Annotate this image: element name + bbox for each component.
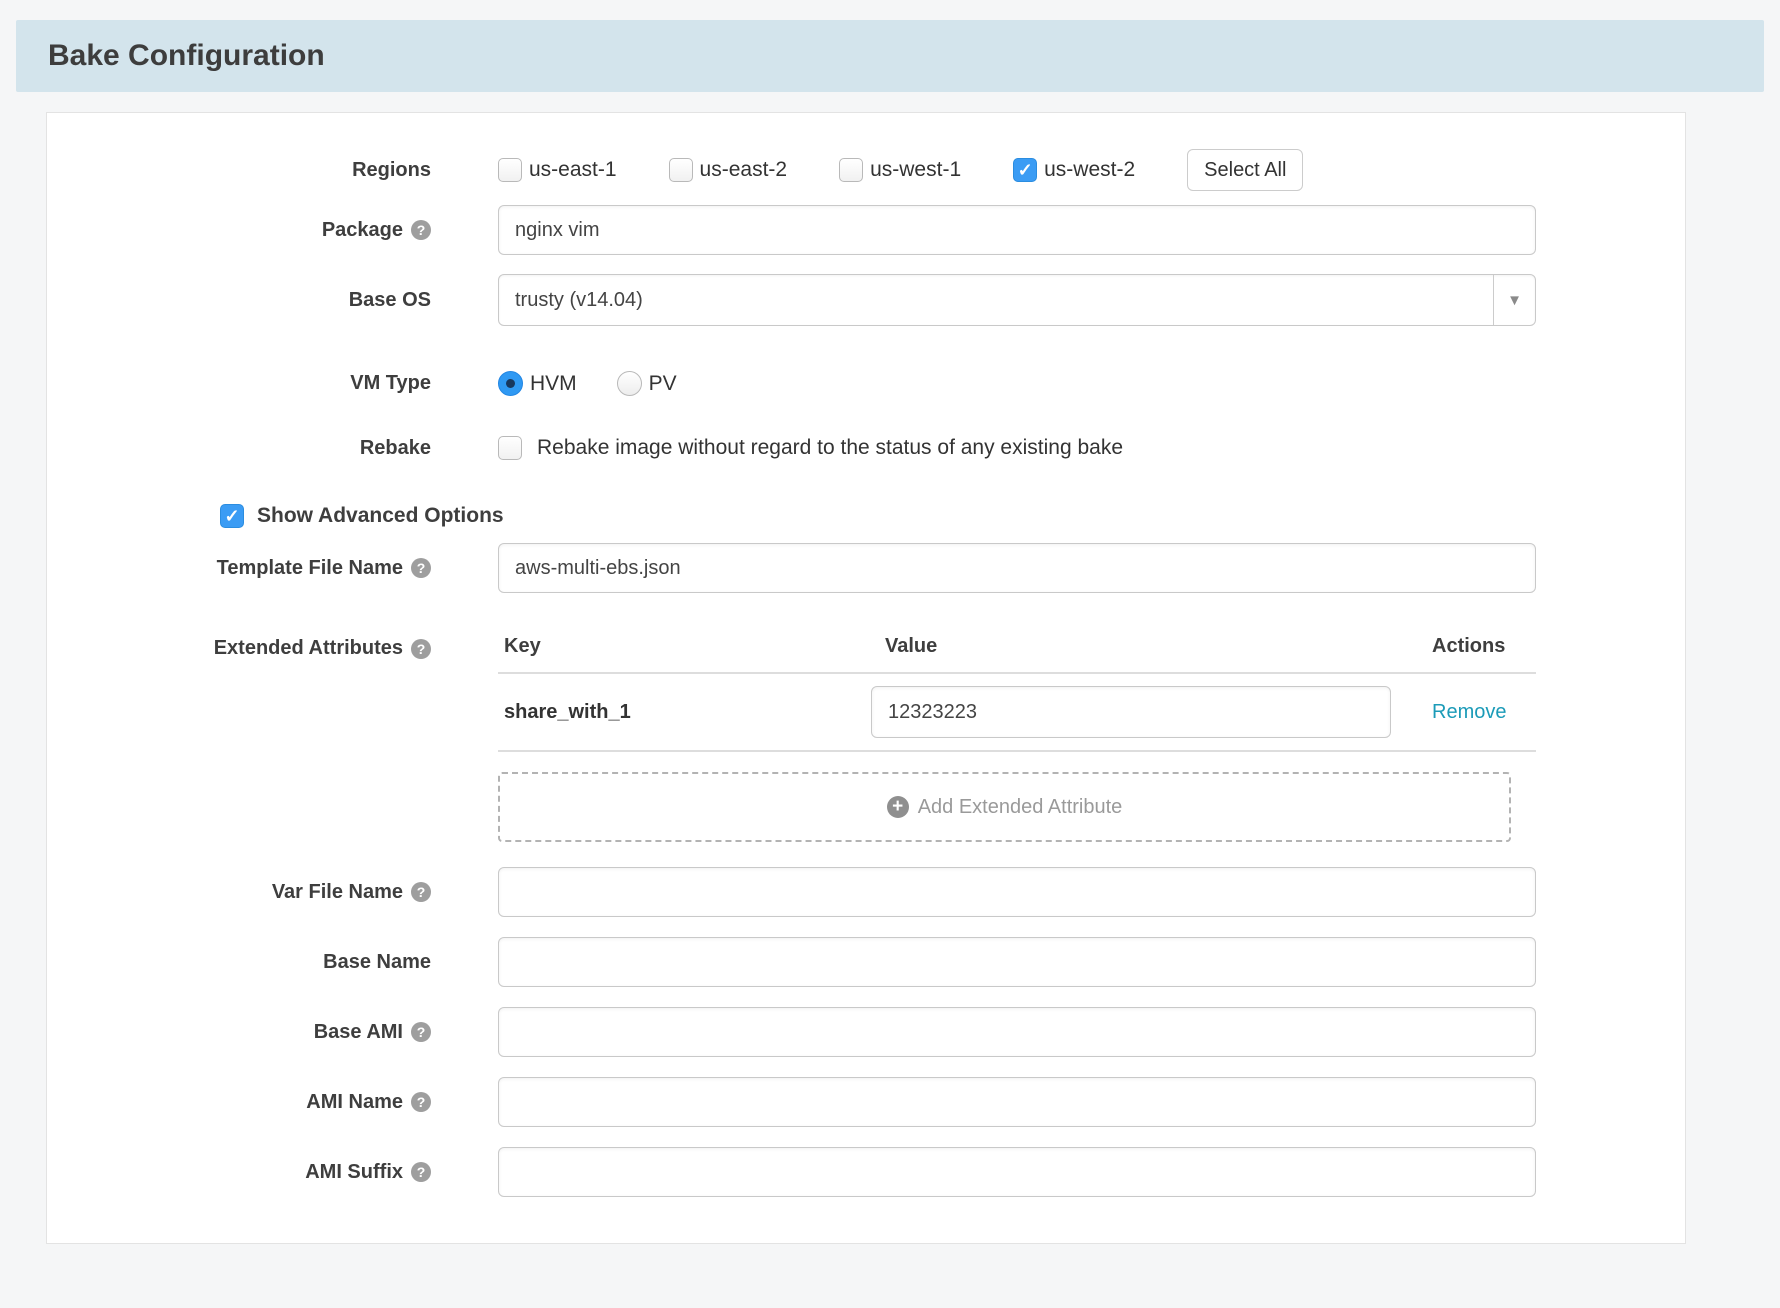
show-advanced-label: Show Advanced Options bbox=[257, 504, 504, 528]
help-icon[interactable] bbox=[411, 558, 431, 578]
base-ami-label: Base AMI bbox=[314, 1021, 403, 1044]
template-file-name-label: Template File Name bbox=[217, 557, 403, 580]
ami-suffix-input[interactable] bbox=[498, 1147, 1536, 1197]
remove-attribute-link[interactable]: Remove bbox=[1432, 701, 1536, 724]
column-header-value: Value bbox=[871, 635, 1432, 658]
base-name-label: Base Name bbox=[47, 951, 431, 974]
var-file-name-row: Var File Name bbox=[47, 867, 1685, 917]
base-ami-row: Base AMI bbox=[47, 1007, 1685, 1057]
ami-name-row: AMI Name bbox=[47, 1077, 1685, 1127]
extended-attributes-row: Extended Attributes Key Value Actions sh… bbox=[47, 635, 1685, 842]
ami-name-input[interactable] bbox=[498, 1077, 1536, 1127]
base-name-row: Base Name bbox=[47, 937, 1685, 987]
section-header: Bake Configuration bbox=[16, 20, 1764, 92]
var-file-name-label: Var File Name bbox=[272, 881, 403, 904]
ami-suffix-label: AMI Suffix bbox=[305, 1161, 403, 1184]
base-os-row: Base OS trusty (v14.04) bbox=[47, 274, 1685, 326]
vm-type-row: VM Type HVM PV bbox=[47, 371, 1685, 396]
regions-label: Regions bbox=[47, 159, 431, 182]
bake-configuration-panel: Regions us-east-1 us-east-2 us-west-1 us… bbox=[46, 112, 1686, 1244]
region-option-label: us-west-2 bbox=[1044, 158, 1135, 182]
help-icon[interactable] bbox=[411, 639, 431, 659]
extended-attributes-table-header: Key Value Actions bbox=[498, 635, 1536, 672]
dropdown-arrow-icon bbox=[1493, 275, 1535, 325]
rebake-row: Rebake Rebake image without regard to th… bbox=[47, 436, 1685, 460]
region-checkbox[interactable] bbox=[669, 158, 693, 182]
vm-type-option-pv[interactable]: PV bbox=[617, 371, 677, 396]
template-file-name-row: Template File Name bbox=[47, 543, 1685, 593]
checkmark-icon bbox=[224, 507, 239, 525]
regions-options: us-east-1 us-east-2 us-west-1 us-west-2 … bbox=[498, 149, 1536, 191]
package-label-group: Package bbox=[47, 219, 431, 242]
hvm-radio[interactable] bbox=[498, 371, 523, 396]
ami-name-label: AMI Name bbox=[306, 1091, 403, 1114]
column-header-key: Key bbox=[498, 635, 871, 658]
region-option-us-east-1[interactable]: us-east-1 bbox=[498, 158, 617, 182]
column-header-actions: Actions bbox=[1432, 635, 1536, 658]
region-option-us-west-1[interactable]: us-west-1 bbox=[839, 158, 961, 182]
region-option-us-west-2[interactable]: us-west-2 bbox=[1013, 158, 1135, 182]
region-checkbox[interactable] bbox=[839, 158, 863, 182]
vm-type-option-label: HVM bbox=[530, 372, 577, 396]
region-option-label: us-east-2 bbox=[700, 158, 788, 182]
ami-suffix-label-group: AMI Suffix bbox=[47, 1161, 431, 1184]
show-advanced-options[interactable]: Show Advanced Options bbox=[220, 504, 1685, 528]
base-name-input[interactable] bbox=[498, 937, 1536, 987]
rebake-option[interactable]: Rebake image without regard to the statu… bbox=[498, 436, 1536, 460]
extended-attribute-table-row: share_with_1 Remove bbox=[498, 672, 1536, 752]
var-file-name-label-group: Var File Name bbox=[47, 881, 431, 904]
ami-name-label-group: AMI Name bbox=[47, 1091, 431, 1114]
vm-type-option-label: PV bbox=[649, 372, 677, 396]
template-file-name-label-group: Template File Name bbox=[47, 557, 431, 580]
radio-dot-icon bbox=[506, 379, 515, 388]
vm-type-option-hvm[interactable]: HVM bbox=[498, 371, 577, 396]
extended-attributes-label: Extended Attributes bbox=[214, 637, 403, 660]
show-advanced-checkbox[interactable] bbox=[220, 504, 244, 528]
base-os-select[interactable]: trusty (v14.04) bbox=[498, 274, 1536, 326]
add-extended-attribute-label: Add Extended Attribute bbox=[918, 796, 1123, 819]
base-os-selected-value: trusty (v14.04) bbox=[515, 289, 643, 312]
base-ami-label-group: Base AMI bbox=[47, 1021, 431, 1044]
region-checkbox[interactable] bbox=[498, 158, 522, 182]
base-ami-input[interactable] bbox=[498, 1007, 1536, 1057]
template-file-name-input[interactable] bbox=[498, 543, 1536, 593]
extended-attributes-label-group: Extended Attributes bbox=[47, 637, 431, 660]
help-icon[interactable] bbox=[411, 1162, 431, 1182]
page-title: Bake Configuration bbox=[48, 39, 325, 73]
regions-row: Regions us-east-1 us-east-2 us-west-1 us… bbox=[47, 149, 1685, 191]
region-option-us-east-2[interactable]: us-east-2 bbox=[669, 158, 788, 182]
help-icon[interactable] bbox=[411, 220, 431, 240]
package-row: Package bbox=[47, 205, 1685, 255]
rebake-label: Rebake bbox=[47, 437, 431, 460]
pv-radio[interactable] bbox=[617, 371, 642, 396]
region-option-label: us-west-1 bbox=[870, 158, 961, 182]
help-icon[interactable] bbox=[411, 1092, 431, 1112]
add-extended-attribute-button[interactable]: Add Extended Attribute bbox=[498, 772, 1511, 842]
region-option-label: us-east-1 bbox=[529, 158, 617, 182]
plus-icon bbox=[887, 796, 909, 818]
region-checkbox[interactable] bbox=[1013, 158, 1037, 182]
page: Bake Configuration Regions us-east-1 us-… bbox=[0, 0, 1780, 1308]
var-file-name-input[interactable] bbox=[498, 867, 1536, 917]
checkmark-icon bbox=[1018, 161, 1033, 179]
attribute-value-input[interactable] bbox=[871, 686, 1391, 738]
base-os-label: Base OS bbox=[47, 289, 431, 312]
rebake-checkbox[interactable] bbox=[498, 436, 522, 460]
help-icon[interactable] bbox=[411, 1022, 431, 1042]
vm-type-label: VM Type bbox=[47, 372, 431, 395]
package-input[interactable] bbox=[498, 205, 1536, 255]
rebake-checkbox-label: Rebake image without regard to the statu… bbox=[537, 436, 1123, 460]
attribute-key: share_with_1 bbox=[498, 701, 871, 724]
select-all-button[interactable]: Select All bbox=[1187, 149, 1303, 191]
help-icon[interactable] bbox=[411, 882, 431, 902]
ami-suffix-row: AMI Suffix bbox=[47, 1147, 1685, 1197]
package-label: Package bbox=[322, 219, 403, 242]
